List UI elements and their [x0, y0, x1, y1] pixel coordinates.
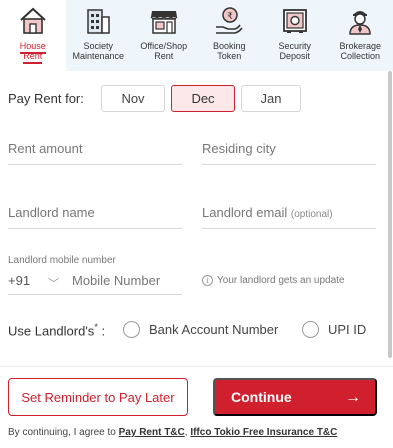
country-code-value: +91	[8, 273, 31, 288]
tab-society-maintenance-label: Society Maintenance	[72, 41, 125, 61]
category-tab-bar: House Rent Society Maintenance Office/Shop…	[0, 0, 393, 71]
svg-text:₹: ₹	[227, 12, 233, 22]
tab-brokerage-collection[interactable]: Brokerage Collection	[328, 0, 393, 71]
shop-icon	[150, 11, 178, 34]
building-icon	[87, 9, 110, 34]
mobile-hint: i Your landlord gets an update	[202, 275, 345, 286]
landlord-email-label: Landlord email	[202, 205, 288, 220]
bank-account-label[interactable]: Bank Account Number	[149, 322, 278, 337]
house-icon	[20, 7, 46, 34]
optional-note: (optional)	[290, 209, 333, 220]
insurance-tc-link[interactable]: Iffco Tokio Free Insurance T&C	[190, 427, 337, 438]
tab-brokerage-collection-label: Brokerage Collection	[339, 41, 382, 61]
landlord-email-field[interactable]: Landlord email (optional)	[202, 199, 376, 229]
info-icon: i	[202, 275, 213, 286]
tab-booking-token[interactable]: ₹ Booking Token	[197, 0, 263, 71]
landlord-name-field[interactable]: Landlord name	[8, 199, 182, 229]
footer-divider	[0, 366, 393, 367]
tab-society-maintenance[interactable]: Society Maintenance	[66, 0, 132, 71]
tab-security-deposit-label: Security Deposit	[278, 41, 311, 61]
upi-id-radio[interactable]	[302, 321, 319, 338]
terms-prefix: By continuing, I agree to	[8, 427, 119, 438]
residing-city-field[interactable]: Residing city	[202, 135, 376, 165]
tab-security-deposit[interactable]: Security Deposit	[262, 0, 328, 71]
tab-office-shop-rent[interactable]: Office/Shop Rent	[131, 0, 197, 71]
use-landlord-label: Use Landlord's* :	[8, 322, 105, 338]
month-nov-button[interactable]: Nov	[101, 85, 165, 112]
continue-label: Continue	[231, 389, 292, 405]
mobile-hint-text: Your landlord gets an update	[217, 275, 345, 286]
mobile-number-input[interactable]: Mobile Number	[66, 273, 182, 295]
pay-rent-for-label: Pay Rent for:	[8, 91, 84, 106]
tab-house-rent[interactable]: House Rent	[0, 0, 66, 71]
tab-booking-token-label: Booking Token	[212, 41, 246, 61]
country-code-select[interactable]: +91 ﹀	[8, 273, 66, 295]
chevron-down-icon: ﹀	[48, 278, 59, 290]
month-dec-button[interactable]: Dec	[171, 85, 235, 112]
hand-coin-icon: ₹	[216, 7, 243, 34]
rent-amount-field[interactable]: Rent amount	[8, 135, 182, 165]
continue-button[interactable]: Continue →	[213, 378, 377, 416]
use-landlord-colon: :	[97, 323, 106, 339]
use-landlord-text: Use Landlord's	[8, 323, 95, 339]
tab-office-shop-rent-label: Office/Shop Rent	[140, 41, 188, 61]
landlord-mobile-caption: Landlord mobile number	[8, 255, 116, 266]
bank-account-radio[interactable]	[123, 321, 140, 338]
form-scrollbar[interactable]	[388, 71, 392, 358]
safe-icon	[282, 9, 307, 33]
tab-house-rent-label: House Rent	[19, 41, 46, 64]
terms-text: By continuing, I agree to Pay Rent T&C, …	[8, 427, 337, 438]
month-jan-button[interactable]: Jan	[241, 85, 301, 112]
upi-id-label[interactable]: UPI ID	[328, 322, 366, 337]
broker-icon	[349, 11, 372, 35]
arrow-right-icon: →	[345, 389, 361, 406]
set-reminder-button[interactable]: Set Reminder to Pay Later	[8, 378, 188, 416]
pay-rent-tc-link[interactable]: Pay Rent T&C	[119, 427, 185, 438]
